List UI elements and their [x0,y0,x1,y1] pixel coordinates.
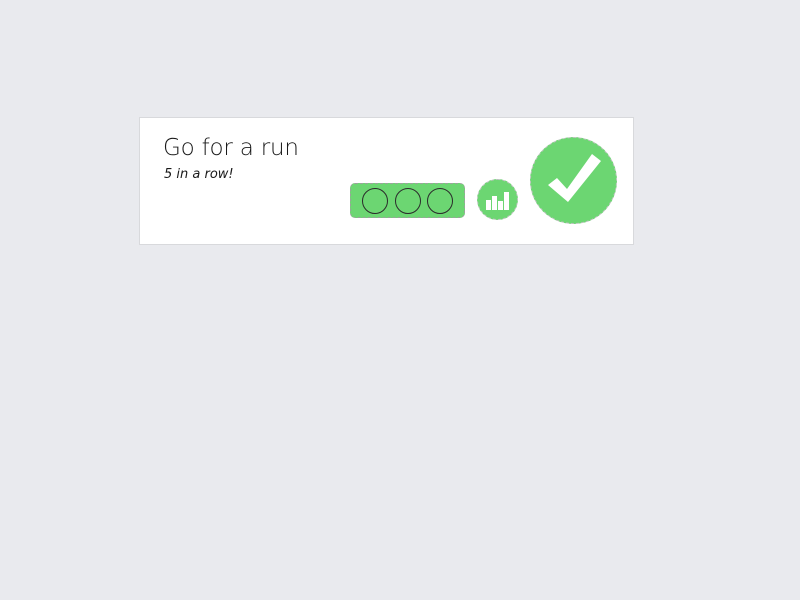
habit-title: Go for a run [163,135,299,161]
history-day-2[interactable] [394,187,421,214]
complete-button[interactable] [530,137,617,224]
checkmark-icon [547,153,601,202]
stats-button[interactable] [477,179,518,220]
habit-card: Go for a run 5 in a row! [139,117,634,245]
history-day-3[interactable] [427,187,454,214]
bar-chart-icon [485,191,509,210]
history-pill[interactable] [350,183,465,218]
habit-streak: 5 in a row! [164,167,234,182]
history-day-1[interactable] [361,187,388,214]
